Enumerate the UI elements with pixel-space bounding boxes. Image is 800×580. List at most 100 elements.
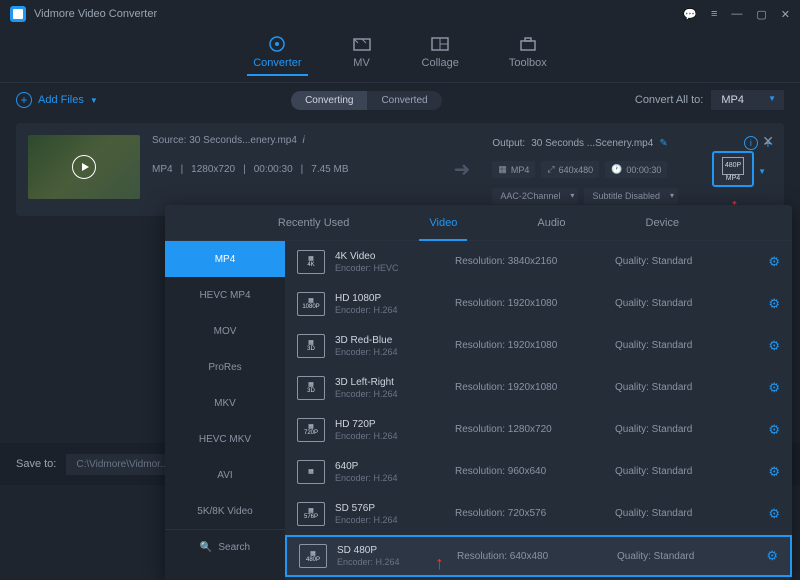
output-preset-button[interactable]: 480P MP4 ▼ bbox=[712, 151, 754, 187]
format-mp4[interactable]: MP4 bbox=[165, 241, 285, 277]
preset-resolution: Resolution: 3840x2160 bbox=[455, 256, 605, 267]
subtitle-select[interactable]: Subtitle Disabled bbox=[584, 188, 678, 204]
tab-collage[interactable]: Collage bbox=[422, 35, 459, 75]
preset-row[interactable]: ▦4K4K VideoEncoder: HEVCResolution: 3840… bbox=[285, 241, 792, 283]
play-icon bbox=[72, 155, 96, 179]
preset-name: 4K Video bbox=[335, 251, 445, 262]
preset-badge-icon: ▦576P bbox=[297, 502, 325, 526]
preset-quality: Quality: Standard bbox=[615, 424, 725, 435]
format-mkv[interactable]: MKV bbox=[165, 385, 285, 421]
preset-name: HD 720P bbox=[335, 419, 445, 430]
format-search[interactable]: 🔍Search bbox=[165, 529, 285, 565]
format-hevc-mkv[interactable]: HEVC MKV bbox=[165, 421, 285, 457]
ptab-device[interactable]: Device bbox=[616, 205, 710, 241]
gear-icon[interactable]: ⚙ bbox=[768, 506, 780, 522]
preset-quality: Quality: Standard bbox=[615, 466, 725, 477]
tab-converter[interactable]: Converter bbox=[253, 35, 301, 75]
add-files-button[interactable]: + Add Files ▼ bbox=[16, 92, 98, 108]
preset-row[interactable]: ▦480PSD 480PEncoder: H.264Resolution: 64… bbox=[285, 535, 792, 577]
preset-resolution: Resolution: 1920x1080 bbox=[455, 340, 605, 351]
remove-file-button[interactable]: ✕ bbox=[762, 133, 774, 150]
collage-icon bbox=[430, 35, 450, 53]
preset-name: 3D Red-Blue bbox=[335, 335, 445, 346]
toolbar: + Add Files ▼ Converting Converted Conve… bbox=[0, 83, 800, 117]
gear-icon[interactable]: ⚙ bbox=[768, 296, 780, 312]
preset-row[interactable]: ▦640PEncoder: H.264Resolution: 960x640Qu… bbox=[285, 451, 792, 493]
preset-encoder: Encoder: H.264 bbox=[335, 389, 445, 399]
format-list: MP4 HEVC MP4 MOV ProRes MKV HEVC MKV AVI… bbox=[165, 241, 285, 580]
app-title: Vidmore Video Converter bbox=[34, 8, 157, 20]
search-icon: 🔍 bbox=[200, 542, 212, 553]
output-info-icon[interactable]: i bbox=[744, 136, 758, 150]
preset-row[interactable]: ▦720PHD 720PEncoder: H.264Resolution: 12… bbox=[285, 409, 792, 451]
preset-badge-icon: ▦ bbox=[297, 460, 325, 484]
format-hevc-mp4[interactable]: HEVC MP4 bbox=[165, 277, 285, 313]
preset-badge-icon: ▦1080P bbox=[297, 292, 325, 316]
audio-track-select[interactable]: AAC-2Channel bbox=[492, 188, 578, 204]
chevron-down-icon: ▼ bbox=[758, 167, 766, 176]
preset-name: 3D Left-Right bbox=[335, 377, 445, 388]
tab-mv[interactable]: MV bbox=[352, 35, 372, 75]
format-prores[interactable]: ProRes bbox=[165, 349, 285, 385]
edit-icon[interactable]: ✎ bbox=[659, 138, 667, 149]
arrow-right-icon: ➜ bbox=[454, 157, 471, 182]
mv-icon bbox=[352, 35, 372, 53]
format-popup: Recently Used Video Audio Device MP4 HEV… bbox=[165, 205, 792, 580]
format-mov[interactable]: MOV bbox=[165, 313, 285, 349]
subtab-converting[interactable]: Converting bbox=[291, 91, 367, 110]
convert-format-select[interactable]: MP4 ▼ bbox=[711, 90, 784, 110]
preset-resolution: Resolution: 1920x1080 bbox=[455, 382, 605, 393]
add-files-label: Add Files bbox=[38, 94, 84, 106]
preset-quality: Quality: Standard bbox=[615, 340, 725, 351]
gear-icon[interactable]: ⚙ bbox=[766, 548, 778, 564]
gear-icon[interactable]: ⚙ bbox=[768, 422, 780, 438]
annotation-arrow-icon: ↑ bbox=[435, 553, 444, 574]
output-filename: 30 Seconds ...Scenery.mp4 bbox=[531, 138, 653, 149]
video-thumbnail[interactable] bbox=[28, 135, 140, 199]
preset-row[interactable]: ▦3D 3D Left-RightEncoder: H.264 Resolution… bbox=[285, 367, 792, 409]
preset-fmt-label: MP4 bbox=[726, 175, 740, 182]
toolbox-icon bbox=[518, 35, 538, 53]
preset-resolution: Resolution: 1280x720 bbox=[455, 424, 605, 435]
preset-encoder: Encoder: H.264 bbox=[335, 515, 445, 525]
titlebar: Vidmore Video Converter 💬 ≡ — ▢ ✕ bbox=[0, 0, 800, 28]
preset-quality: Quality: Standard bbox=[615, 508, 725, 519]
preset-res-label: 480P bbox=[725, 162, 741, 169]
preset-quality: Quality: Standard bbox=[615, 382, 725, 393]
minimize-icon[interactable]: — bbox=[731, 8, 742, 21]
preset-row[interactable]: ▦1080PHD 1080PEncoder: H.264Resolution: … bbox=[285, 283, 792, 325]
info-icon[interactable]: i bbox=[302, 135, 304, 146]
convert-all-label: Convert All to: bbox=[635, 94, 703, 106]
feedback-icon[interactable]: 💬 bbox=[683, 8, 697, 21]
maximize-icon[interactable]: ▢ bbox=[756, 8, 766, 21]
preset-resolution: Resolution: 1920x1080 bbox=[455, 298, 605, 309]
source-resolution: 1280x720 bbox=[191, 164, 235, 175]
gear-icon[interactable]: ⚙ bbox=[768, 338, 780, 354]
menu-icon[interactable]: ≡ bbox=[711, 8, 717, 21]
source-format: MP4 bbox=[152, 164, 173, 175]
save-to-label: Save to: bbox=[16, 458, 56, 470]
preset-row[interactable]: ▦3D3D Red-BlueEncoder: H.264Resolution: … bbox=[285, 325, 792, 367]
preset-quality: Quality: Standard bbox=[615, 298, 725, 309]
preset-badge-icon: ▦720P bbox=[297, 418, 325, 442]
close-icon[interactable]: ✕ bbox=[781, 8, 790, 21]
format-avi[interactable]: AVI bbox=[165, 457, 285, 493]
preset-badge-icon: ▦3D bbox=[297, 376, 325, 400]
ptab-video[interactable]: Video bbox=[399, 205, 487, 241]
film-icon: ▦ bbox=[498, 164, 507, 175]
gear-icon[interactable]: ⚙ bbox=[768, 254, 780, 270]
preset-row[interactable]: ▦576PSD 576PEncoder: H.264Resolution: 72… bbox=[285, 493, 792, 535]
ptab-recent[interactable]: Recently Used bbox=[248, 205, 380, 241]
preset-quality: Quality: Standard bbox=[617, 551, 727, 562]
preset-encoder: Encoder: H.264 bbox=[335, 305, 445, 315]
subtab-converted[interactable]: Converted bbox=[367, 91, 441, 110]
tab-toolbox[interactable]: Toolbox bbox=[509, 35, 547, 75]
format-5k8k[interactable]: 5K/8K Video bbox=[165, 493, 285, 529]
ptab-audio[interactable]: Audio bbox=[507, 205, 595, 241]
gear-icon[interactable]: ⚙ bbox=[768, 380, 780, 396]
preset-quality: Quality: Standard bbox=[615, 256, 725, 267]
tab-toolbox-label: Toolbox bbox=[509, 57, 547, 69]
preset-resolution: Resolution: 640x480 bbox=[457, 551, 607, 562]
preset-badge-icon: ▦480P bbox=[299, 544, 327, 568]
gear-icon[interactable]: ⚙ bbox=[768, 464, 780, 480]
